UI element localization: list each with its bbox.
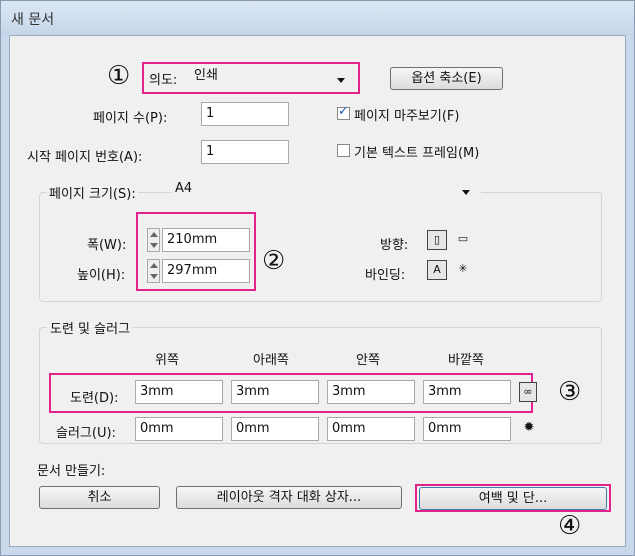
callout-1: ① [107,61,131,91]
intent-value: 인쇄 [194,68,218,83]
column-inside: 안쪽 [356,353,380,368]
link-chain-icon[interactable]: ∞ [519,382,537,402]
layout-grid-dialog-button[interactable]: 레이아웃 격자 대화 상자... [176,486,402,509]
pages-label: 페이지 수(P): [93,111,168,126]
bleed-bottom-input[interactable]: 3mm [231,380,319,404]
height-input[interactable]: 297mm [162,259,250,283]
callout-2: ② [262,246,286,276]
start-page-input[interactable]: 1 [201,140,289,164]
width-spinner[interactable] [147,228,160,252]
slug-outside-input[interactable]: 0mm [423,417,511,441]
bleed-slug-title: 도련 및 슬러그 [47,318,134,337]
intent-select[interactable]: 인쇄 [190,65,354,89]
margins-columns-button[interactable]: 여백 및 단... [419,487,607,510]
dialog-body: ① 의도: 인쇄 옵션 축소(E) 페이지 수(P): 1 페이지 마주보기(F… [9,35,626,547]
title-bar: 새 문서 [1,1,634,35]
create-document-label: 문서 만들기: [37,464,106,479]
chevron-down-icon [462,190,470,195]
width-input[interactable]: 210mm [162,228,250,252]
slug-bottom-input[interactable]: 0mm [231,417,319,441]
left-binding-icon[interactable]: A [427,260,447,280]
start-page-label: 시작 페이지 번호(A): [27,150,143,165]
callout-4: ④ [558,511,582,541]
intent-label: 의도: [149,73,178,88]
dialog-title: 새 문서 [11,12,55,28]
unlink-chain-icon[interactable]: ✹ [519,419,539,439]
column-outside: 바깥쪽 [448,353,484,368]
landscape-icon[interactable]: ▭ [453,230,473,250]
chevron-down-icon [337,78,345,83]
height-spinner[interactable] [147,259,160,283]
bleed-top-input[interactable]: 3mm [135,380,223,404]
column-top: 위쪽 [155,353,179,368]
page-size-value: A4 [175,181,193,196]
bleed-label: 도련(D): [70,391,119,406]
height-label: 높이(H): [77,268,126,283]
new-document-dialog: 새 문서 ① 의도: 인쇄 옵션 축소(E) 페이지 수(P): 1 페이지 마… [0,0,635,556]
orientation-label: 방향: [380,238,409,253]
slug-label: 슬러그(U): [56,426,116,441]
page-size-label: 페이지 크기(S): [47,183,138,202]
bleed-outside-input[interactable]: 3mm [423,380,511,404]
right-binding-icon[interactable]: ✳ [453,260,473,280]
slug-top-input[interactable]: 0mm [135,417,223,441]
master-text-frame-checkbox[interactable] [337,144,350,157]
column-bottom: 아래쪽 [253,353,289,368]
portrait-icon[interactable]: ▯ [427,230,447,250]
pages-input[interactable]: 1 [201,102,289,126]
callout-3: ③ [558,377,582,407]
slug-inside-input[interactable]: 0mm [327,417,415,441]
cancel-button[interactable]: 취소 [39,486,160,509]
bleed-slug-group [39,327,602,444]
facing-pages-label: 페이지 마주보기(F) [354,109,460,124]
width-label: 폭(W): [87,238,127,253]
bleed-inside-input[interactable]: 3mm [327,380,415,404]
master-text-frame-label: 기본 텍스트 프레임(M) [354,146,480,161]
binding-label: 바인딩: [365,268,406,283]
fewer-options-button[interactable]: 옵션 축소(E) [390,67,503,90]
page-size-select[interactable]: A4 [171,178,481,202]
facing-pages-checkbox[interactable] [337,104,350,120]
